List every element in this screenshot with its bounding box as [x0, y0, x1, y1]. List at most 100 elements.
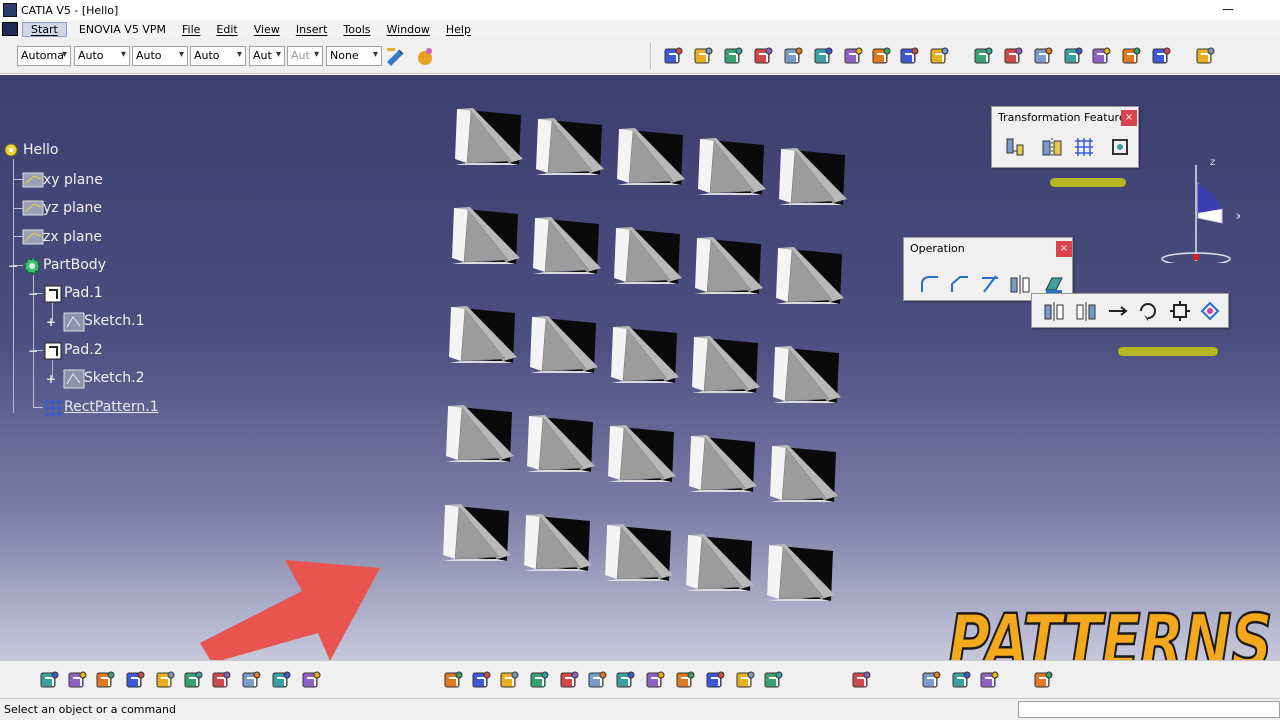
- hide-show-icon[interactable]: [734, 669, 756, 691]
- tree-item-partbody[interactable]: PartBody: [22, 254, 106, 276]
- chamfer-icon[interactable]: [948, 272, 972, 296]
- menu-edit[interactable]: Edit: [208, 23, 245, 36]
- cut-icon[interactable]: [154, 669, 176, 691]
- open-icon[interactable]: [66, 669, 88, 691]
- collapse-pad2-toggle[interactable]: −: [28, 345, 38, 357]
- affinity-icon[interactable]: [1198, 299, 1222, 323]
- pattern-instance[interactable]: [774, 244, 846, 308]
- shaft-icon[interactable]: [722, 45, 744, 67]
- menu-view[interactable]: View: [246, 23, 288, 36]
- tree-item-sketch2[interactable]: Sketch.2: [63, 367, 145, 389]
- collapse-partbody-toggle[interactable]: −: [8, 260, 18, 272]
- copy-icon[interactable]: [182, 669, 204, 691]
- pattern-instance[interactable]: [684, 531, 756, 595]
- point-type-combo[interactable]: Aut: [249, 46, 285, 66]
- color-combo[interactable]: Automa: [17, 46, 71, 66]
- pattern-instance[interactable]: [450, 204, 522, 268]
- multi-view-icon[interactable]: [644, 669, 666, 691]
- multi-section-icon[interactable]: [870, 45, 892, 67]
- tree-item-rectpattern[interactable]: RectPattern.1: [43, 396, 159, 418]
- pattern-instance[interactable]: [522, 511, 594, 575]
- tree-item-root[interactable]: Hello: [2, 139, 59, 161]
- command-input[interactable]: [1018, 701, 1280, 718]
- draft-icon[interactable]: [972, 45, 994, 67]
- minimize-button[interactable]: —: [1222, 2, 1234, 16]
- render-style-icon[interactable]: [704, 669, 726, 691]
- tree-item-yz-plane[interactable]: yz plane: [22, 197, 102, 219]
- save-icon[interactable]: [94, 669, 116, 691]
- pattern-instance[interactable]: [603, 521, 675, 585]
- pattern-instance[interactable]: [615, 125, 687, 189]
- pad-icon[interactable]: [662, 45, 684, 67]
- zoom-in-icon[interactable]: [558, 669, 580, 691]
- scaling-icon[interactable]: [1168, 299, 1192, 323]
- fillet-icon[interactable]: [898, 45, 920, 67]
- inertia-icon[interactable]: [978, 669, 1000, 691]
- pan-icon[interactable]: [498, 669, 520, 691]
- menu-file[interactable]: File: [174, 23, 208, 36]
- abc-icon[interactable]: [1194, 45, 1216, 67]
- pattern-instance[interactable]: [531, 214, 603, 278]
- menu-window[interactable]: Window: [379, 23, 438, 36]
- expand-sketch1-toggle[interactable]: +: [46, 316, 56, 328]
- slot-icon[interactable]: [812, 45, 834, 67]
- menu-insert[interactable]: Insert: [288, 23, 336, 36]
- catalog-icon[interactable]: [1150, 45, 1172, 67]
- pattern-instance[interactable]: [612, 224, 684, 288]
- collapse-pad1-toggle[interactable]: −: [28, 288, 38, 300]
- swap-space-icon[interactable]: [762, 669, 784, 691]
- expand-sketch2-toggle[interactable]: +: [46, 373, 56, 385]
- pattern-instance[interactable]: [693, 234, 765, 298]
- zoom-out-icon[interactable]: [586, 669, 608, 691]
- tree-item-pad1[interactable]: Pad.1: [43, 282, 103, 304]
- draft-icon[interactable]: [978, 272, 1002, 296]
- iso-view-icon[interactable]: [674, 669, 696, 691]
- normal-view-icon[interactable]: [614, 669, 636, 691]
- thread-icon[interactable]: [1062, 45, 1084, 67]
- menu-start[interactable]: Start: [22, 21, 67, 37]
- whats-this-icon[interactable]: [300, 669, 322, 691]
- pattern-instance[interactable]: [687, 432, 759, 496]
- rectangular-pattern-icon[interactable]: [1072, 135, 1096, 159]
- pattern-instance[interactable]: [453, 105, 525, 169]
- pattern-instance[interactable]: [606, 422, 678, 486]
- compass-icon[interactable]: [850, 669, 872, 691]
- menu-enovia[interactable]: ENOVIA V5 VPM: [71, 23, 174, 36]
- pocket-icon[interactable]: [692, 45, 714, 67]
- line-thickness-combo[interactable]: Auto: [132, 46, 188, 66]
- document-menu-icon[interactable]: [2, 22, 18, 36]
- line-type-combo[interactable]: Auto: [190, 46, 246, 66]
- pattern-instance[interactable]: [441, 501, 513, 565]
- pattern-instance[interactable]: [528, 313, 600, 377]
- chamfer-icon[interactable]: [928, 45, 950, 67]
- hole-icon[interactable]: [752, 45, 774, 67]
- camera-icon[interactable]: [1032, 669, 1054, 691]
- pattern-instance[interactable]: [609, 323, 681, 387]
- fly-icon[interactable]: [442, 669, 464, 691]
- pattern-instance[interactable]: [777, 145, 849, 209]
- tree-item-zx-plane[interactable]: zx plane: [22, 226, 102, 248]
- edge-fillet-icon[interactable]: [918, 272, 942, 296]
- shell-icon[interactable]: [1002, 45, 1024, 67]
- menu-tools[interactable]: Tools: [335, 23, 378, 36]
- pattern-instance[interactable]: [765, 541, 837, 605]
- pattern-instance[interactable]: [690, 333, 762, 397]
- rotate-icon[interactable]: [528, 669, 550, 691]
- thickness-icon[interactable]: [1032, 45, 1054, 67]
- redo-icon[interactable]: [270, 669, 292, 691]
- painter-icon[interactable]: [384, 45, 406, 67]
- measure-icon[interactable]: [1090, 45, 1112, 67]
- stiffener-icon[interactable]: [842, 45, 864, 67]
- compass-icon[interactable]: z x y: [1160, 153, 1240, 263]
- print-icon[interactable]: [124, 669, 146, 691]
- pattern-instance[interactable]: [768, 442, 840, 506]
- mirror-icon[interactable]: [1042, 299, 1066, 323]
- tree-item-xy-plane[interactable]: xy plane: [22, 169, 103, 191]
- translation-icon[interactable]: [1004, 135, 1028, 159]
- new-icon[interactable]: [38, 669, 60, 691]
- scaling-icon[interactable]: [1108, 135, 1132, 159]
- symmetry-icon[interactable]: [1074, 299, 1098, 323]
- layer-combo[interactable]: None: [326, 46, 382, 66]
- apply-material-icon[interactable]: [1120, 45, 1142, 67]
- undo-icon[interactable]: [240, 669, 262, 691]
